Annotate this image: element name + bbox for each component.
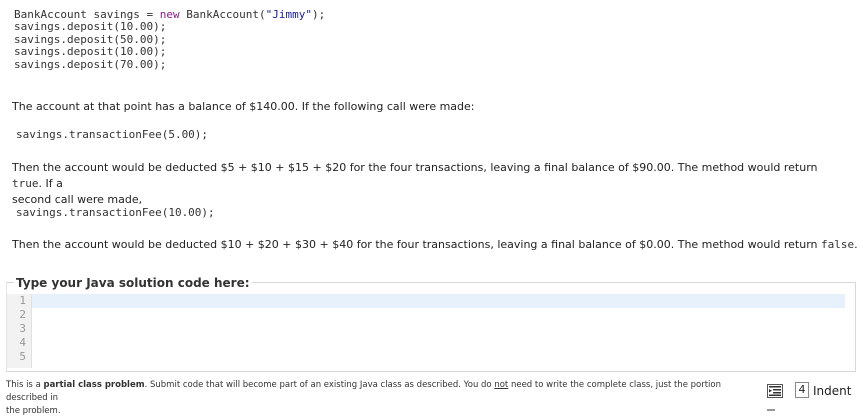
note-text: This is a xyxy=(6,380,44,390)
line-number: 3 xyxy=(19,322,26,335)
scroll-indicator xyxy=(767,409,775,411)
result-text: Then the account would be deducted $5 + … xyxy=(12,161,818,174)
result-text: second call were made, xyxy=(12,193,143,206)
editor-label: Type your Java solution code here: xyxy=(14,276,252,290)
result-paragraph-2: Then the account would be deducted $10 +… xyxy=(12,237,858,253)
call-example-2: savings.transactionFee(10.00); xyxy=(16,206,215,219)
return-value-true: true xyxy=(12,177,39,190)
note-bold: partial class problem xyxy=(43,380,145,390)
return-value-false: false xyxy=(821,238,855,251)
result-text: . If a xyxy=(38,177,63,190)
balance-paragraph: The account at that point has a balance … xyxy=(12,100,475,113)
partial-class-note: This is a partial class problem. Submit … xyxy=(6,379,751,418)
line-number: 2 xyxy=(19,308,26,321)
code-keyword: new xyxy=(159,8,180,21)
line-number: 4 xyxy=(19,336,26,349)
line-number: 1 xyxy=(19,294,26,307)
line-number-gutter: 1 2 3 4 5 xyxy=(7,294,32,368)
result-text: . xyxy=(854,238,858,251)
line-number: 5 xyxy=(19,350,26,363)
result-paragraph-1: Then the account would be deducted $5 + … xyxy=(12,160,832,208)
code-string: "Jimmy" xyxy=(265,8,313,21)
note-text: . Submit code that will become part of a… xyxy=(144,380,495,390)
note-underline: not xyxy=(494,380,509,390)
indent-label: Indent xyxy=(813,384,852,398)
code-text: BankAccount( xyxy=(179,8,266,21)
code-editor-input[interactable] xyxy=(32,294,845,308)
call-example-1: savings.transactionFee(5.00); xyxy=(16,128,209,141)
code-line-4: savings.deposit(10.00); xyxy=(14,45,167,59)
code-line-2: savings.deposit(10.00); xyxy=(14,20,167,34)
result-text: Then the account would be deducted $10 +… xyxy=(12,238,822,251)
code-line-5: savings.deposit(70.00); xyxy=(14,57,167,71)
code-text: ); xyxy=(312,8,326,21)
example-code-block: BankAccount savings = new BankAccount("J… xyxy=(14,8,326,71)
indent-icon[interactable] xyxy=(767,384,783,398)
indent-size-input[interactable]: 4 xyxy=(795,382,809,398)
note-text: the problem. xyxy=(6,406,61,416)
code-text: BankAccount savings = xyxy=(14,8,160,21)
